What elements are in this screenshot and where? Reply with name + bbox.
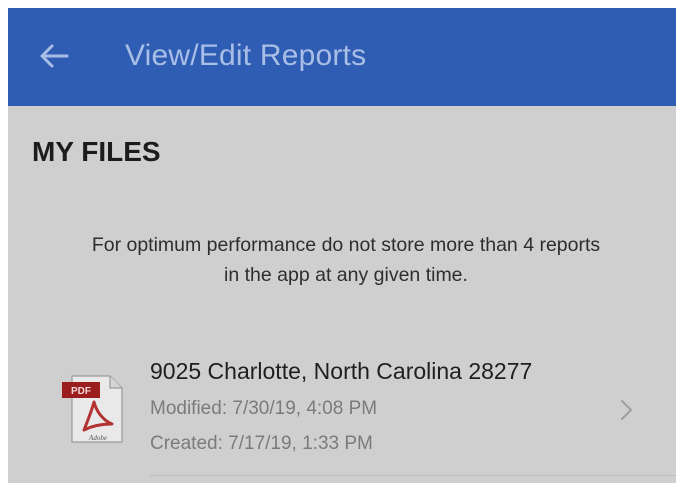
back-button[interactable] — [34, 38, 74, 78]
pdf-file-icon: PDF Adobe — [58, 372, 128, 446]
pdf-caption-text: Adobe — [88, 434, 107, 442]
storage-notice-line-2: in the app at any given time. — [224, 264, 468, 286]
pdf-badge-text: PDF — [71, 386, 91, 397]
app-screen: View/Edit Reports MY FILES For optimum p… — [8, 8, 676, 483]
app-bar-title: View/Edit Reports — [125, 39, 367, 72]
file-list-item[interactable]: PDF Adobe 9025 Charlotte, North Carolina… — [8, 338, 676, 483]
row-divider — [150, 475, 676, 476]
file-created-date: Created: 7/17/19, 1:33 PM — [150, 433, 373, 454]
storage-notice-line-1: For optimum performance do not store mor… — [91, 234, 601, 256]
file-name: 9025 Charlotte, North Carolina 28277 — [150, 358, 533, 384]
file-modified-date: Modified: 7/30/19, 4:08 PM — [150, 398, 378, 419]
chevron-right-icon — [616, 396, 638, 424]
app-bar: View/Edit Reports — [8, 8, 676, 106]
arrow-left-icon — [39, 43, 69, 74]
app-frame: View/Edit Reports MY FILES For optimum p… — [0, 0, 676, 483]
section-title: MY FILES — [32, 136, 161, 167]
storage-notice: For optimum performance do not store mor… — [18, 230, 674, 290]
